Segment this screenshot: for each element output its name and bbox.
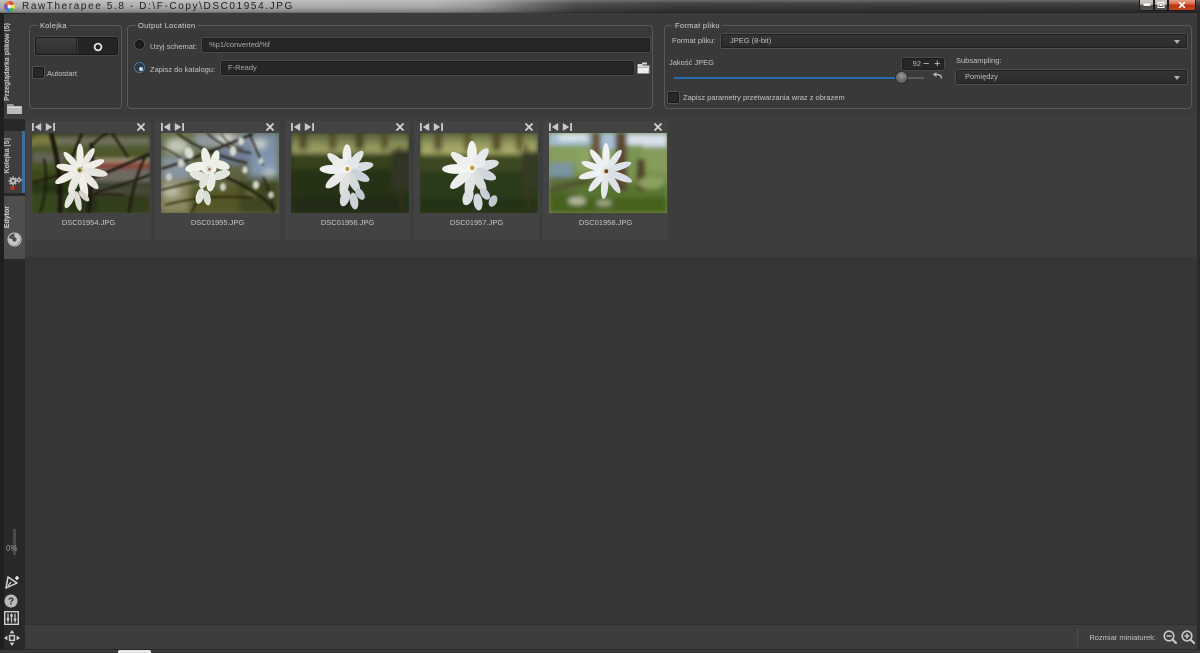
svg-text:?: ?	[8, 597, 14, 608]
